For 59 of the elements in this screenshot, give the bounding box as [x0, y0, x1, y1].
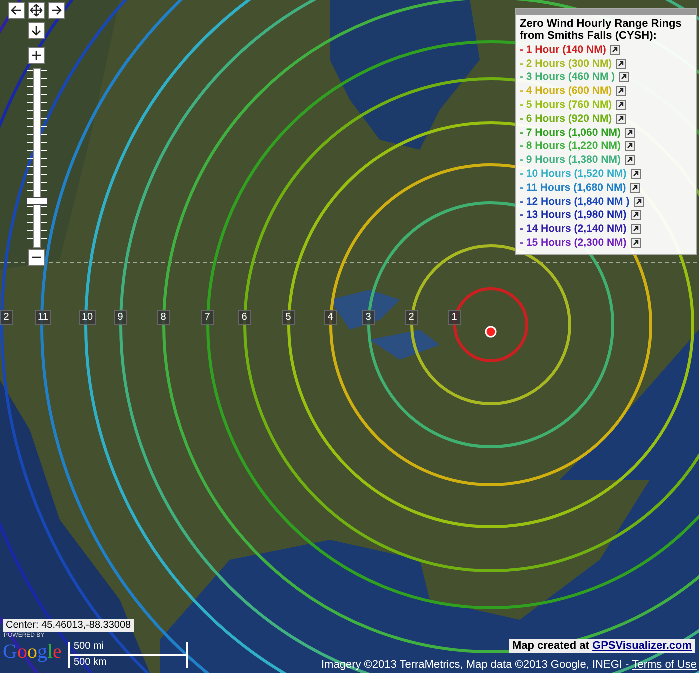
left-arrow-icon[interactable]	[10, 4, 23, 17]
legend-title: Zero Wind Hourly Range Rings from Smiths Falls (CYSH):	[520, 18, 683, 42]
legend-item[interactable]: - 13 Hours (1,980 NM)	[520, 209, 627, 222]
external-link-icon[interactable]	[630, 182, 640, 193]
legend-item[interactable]: - 15 Hours (2,300 NM)	[520, 237, 627, 250]
slider-track[interactable]	[33, 68, 41, 248]
external-link-icon[interactable]	[630, 169, 641, 180]
legend-item[interactable]: - 3 Hours (460 NM )	[520, 71, 616, 84]
external-link-icon[interactable]	[624, 128, 635, 138]
terms-link[interactable]: Terms of Use	[632, 658, 697, 672]
scale-label: 500 km	[74, 657, 107, 669]
ring-number-label: 5	[282, 310, 295, 325]
external-link-icon[interactable]	[616, 58, 626, 69]
legend-item[interactable]: - 2 Hours (300 NM)	[520, 58, 612, 70]
legend-item[interactable]: - 1 Hour (140 NM)	[520, 44, 606, 56]
external-link-icon[interactable]	[630, 224, 641, 234]
legend-item[interactable]: - 14 Hours (2,140 NM)	[520, 223, 627, 236]
credit-link[interactable]: GPSVisualizer.com	[592, 639, 692, 653]
external-link-icon[interactable]	[616, 100, 626, 110]
legend-item[interactable]: - 6 Hours (920 NM)	[520, 112, 612, 125]
legend-item[interactable]: - 7 Hours (1,060 NM)	[520, 126, 621, 139]
external-link-icon[interactable]	[610, 44, 620, 55]
ring-number-label: 3	[362, 310, 375, 325]
external-link-icon[interactable]	[634, 196, 644, 207]
external-link-icon[interactable]	[619, 72, 630, 82]
ring-number-label: 2	[0, 310, 13, 325]
legend-item[interactable]: - 5 Hours (760 NM)	[520, 99, 612, 112]
ring-number-label: 4	[324, 310, 337, 325]
center-coordinates: Center: 45.46013,-88.33008	[3, 619, 134, 632]
attribution-text: Imagery ©2013 TerraMetrics, Map data ©2013 Google, INEGI -	[322, 658, 630, 672]
ring-number-label: 2	[405, 310, 418, 325]
legend-item[interactable]: - 11 Hours (1,680 NM)	[520, 182, 626, 194]
ring-number-label: 1	[448, 310, 461, 325]
google-logo[interactable]: Google	[3, 641, 62, 663]
ring-number-label: 6	[238, 310, 251, 325]
external-link-icon[interactable]	[630, 238, 641, 248]
ring-number-label: 8	[157, 310, 170, 325]
legend-item[interactable]: - 9 Hours (1,380 NM)	[520, 154, 621, 166]
ring-number-label: 11	[35, 310, 52, 325]
external-link-icon[interactable]	[624, 141, 635, 152]
legend-item[interactable]: - 4 Hours (600 NM)	[520, 85, 612, 98]
down-arrow-icon[interactable]	[30, 24, 43, 37]
ring-number-label: 10	[79, 310, 96, 325]
pan-center-icon[interactable]	[30, 4, 43, 17]
credit-text: Map created at	[512, 639, 590, 653]
ring-number-label: 7	[201, 310, 214, 325]
external-link-icon[interactable]	[624, 155, 635, 166]
legend-item[interactable]: - 8 Hours (1,220 NM)	[520, 140, 621, 152]
legend-item[interactable]: - 12 Hours (1,840 NM )	[520, 196, 630, 208]
external-link-icon[interactable]	[616, 114, 626, 124]
right-arrow-icon[interactable]	[50, 4, 63, 17]
external-link-icon[interactable]	[616, 86, 626, 96]
airport-marker[interactable]	[485, 326, 497, 338]
slider-thumb[interactable]	[26, 197, 48, 205]
ring-number-label: 9	[114, 310, 127, 325]
scale-label: 500 mi	[74, 641, 104, 653]
zoom-in-icon[interactable]	[30, 49, 43, 62]
external-link-icon[interactable]	[630, 210, 641, 220]
legend-item[interactable]: - 10 Hours (1,520 NM)	[520, 168, 627, 180]
